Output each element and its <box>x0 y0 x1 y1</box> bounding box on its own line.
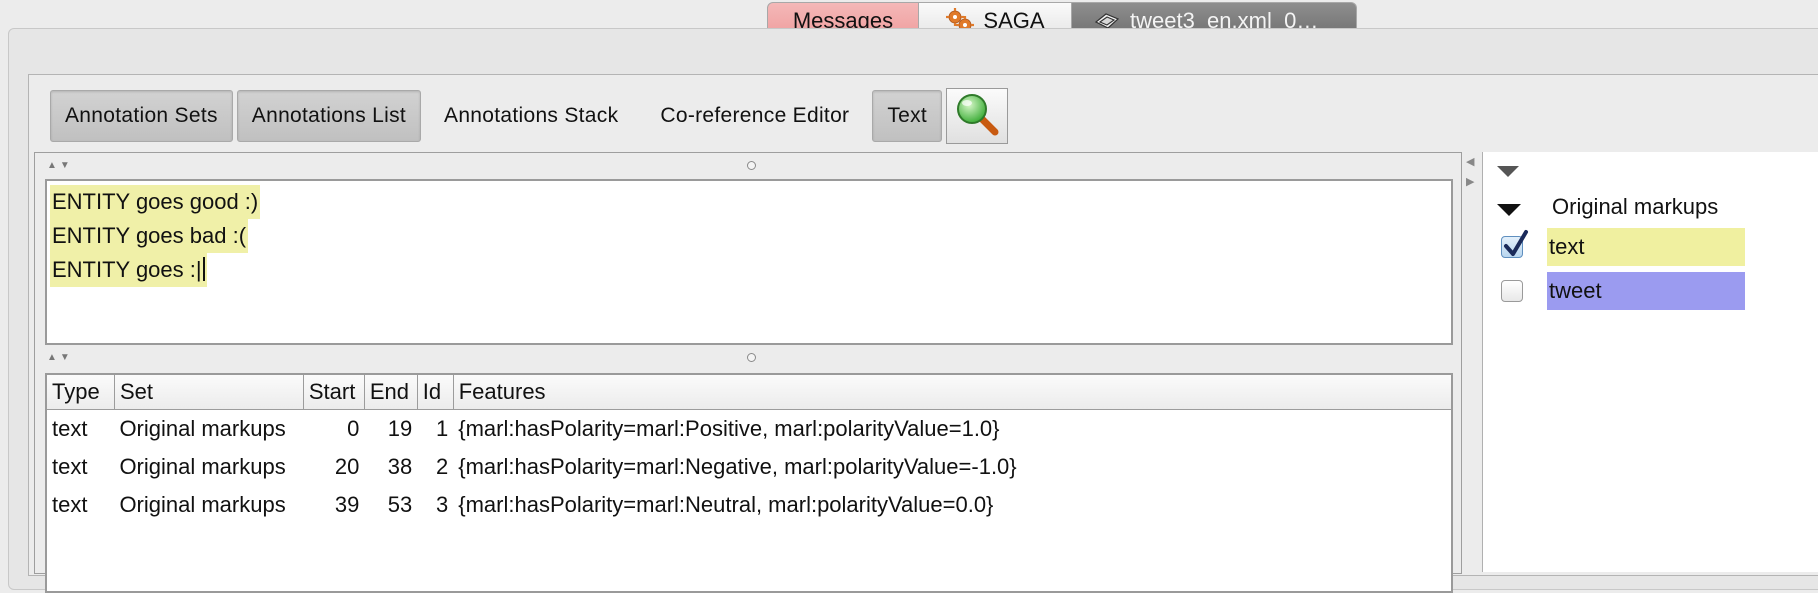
annotation-sets-panel: Original markups text tweet <box>1482 152 1818 572</box>
cell-set: Original markups <box>119 454 286 479</box>
annotation-type-row-tweet: tweet <box>1501 272 1745 310</box>
annotations-table: Type Set Start End Id Features text Orig… <box>47 375 1451 524</box>
cell-set: Original markups <box>119 492 286 517</box>
column-header-features[interactable]: Features <box>453 375 1451 410</box>
document-view: ▲▼ ENTITY goes good :) ENTITY goes bad :… <box>34 152 1462 593</box>
cell-start: 20 <box>334 454 360 479</box>
column-header-type[interactable]: Type <box>47 375 115 410</box>
cell-set: Original markups <box>119 416 286 441</box>
panel-divider-arrows[interactable]: ◀ ▶ <box>1466 152 1474 192</box>
editor-toolbar: Annotation Sets Annotations List Annotat… <box>50 88 1009 144</box>
checkmark-icon <box>1504 230 1528 256</box>
cell-type: text <box>52 416 88 441</box>
document-line: ENTITY goes bad :( <box>50 219 249 253</box>
splitter-top[interactable]: ▲▼ <box>35 157 1461 173</box>
tweet-type-checkbox[interactable] <box>1501 280 1523 302</box>
table-row[interactable]: text Original markups 0 19 1 {marl:hasPo… <box>47 410 1451 449</box>
cell-end: 53 <box>387 492 413 517</box>
cell-type: text <box>52 454 88 479</box>
splitter-middle[interactable]: ▲▼ <box>35 349 1461 365</box>
cell-start: 0 <box>347 416 360 441</box>
cell-id: 1 <box>435 416 449 441</box>
annotation-type-text[interactable]: text <box>1547 228 1745 266</box>
expand-group-icon[interactable] <box>1497 204 1521 216</box>
cell-end: 19 <box>387 416 413 441</box>
expand-right-icon: ▶ <box>1466 176 1475 188</box>
document-text-pane[interactable]: ENTITY goes good :) ENTITY goes bad :( E… <box>45 179 1453 345</box>
annotations-list-button[interactable]: Annotations List <box>236 90 422 142</box>
cell-type: text <box>52 492 88 517</box>
cell-features: {marl:hasPolarity=marl:Negative, marl:po… <box>458 454 1017 479</box>
document-line-text: ENTITY goes :| <box>52 257 202 282</box>
splitter-knob-icon <box>747 161 756 170</box>
annotation-set-label: Original markups <box>1552 194 1719 219</box>
search-button[interactable] <box>946 88 1009 144</box>
cell-id: 3 <box>435 492 449 517</box>
text-button[interactable]: Text <box>872 90 943 142</box>
column-header-end[interactable]: End <box>364 375 418 410</box>
table-header-row: Type Set Start End Id Features <box>47 375 1451 410</box>
column-header-set[interactable]: Set <box>114 375 304 410</box>
splitter-knob-icon <box>747 353 756 362</box>
search-icon <box>953 90 1001 143</box>
column-header-id[interactable]: Id <box>417 375 454 410</box>
cell-end: 38 <box>387 454 413 479</box>
document-line: ENTITY goes good :) <box>50 185 261 219</box>
cell-id: 2 <box>435 454 449 479</box>
annotation-sets-button[interactable]: Annotation Sets <box>50 90 233 142</box>
splitter-arrows-icon: ▲▼ <box>47 160 73 171</box>
document-line-with-caret: ENTITY goes :| <box>50 253 207 287</box>
column-header-start[interactable]: Start <box>303 375 365 410</box>
annotations-stack-button[interactable]: Annotations Stack <box>425 90 637 142</box>
cell-start: 39 <box>334 492 360 517</box>
collapse-left-icon: ◀ <box>1466 156 1475 168</box>
annotation-type-row-text: text <box>1501 228 1745 266</box>
collapse-default-set-icon[interactable] <box>1497 166 1519 177</box>
cell-features: {marl:hasPolarity=marl:Neutral, marl:pol… <box>458 492 994 517</box>
table-row[interactable]: text Original markups 20 38 2 {marl:hasP… <box>47 448 1451 486</box>
annotation-type-tweet[interactable]: tweet <box>1547 272 1745 310</box>
splitter-arrows-icon: ▲▼ <box>47 352 73 363</box>
table-row[interactable]: text Original markups 39 53 3 {marl:hasP… <box>47 486 1451 524</box>
coreference-editor-button[interactable]: Co-reference Editor <box>641 90 868 142</box>
annotations-list-table-pane: Type Set Start End Id Features text Orig… <box>45 373 1453 593</box>
text-type-checkbox[interactable] <box>1501 230 1528 258</box>
cell-features: {marl:hasPolarity=marl:Positive, marl:po… <box>458 416 1000 441</box>
text-caret <box>202 257 205 281</box>
